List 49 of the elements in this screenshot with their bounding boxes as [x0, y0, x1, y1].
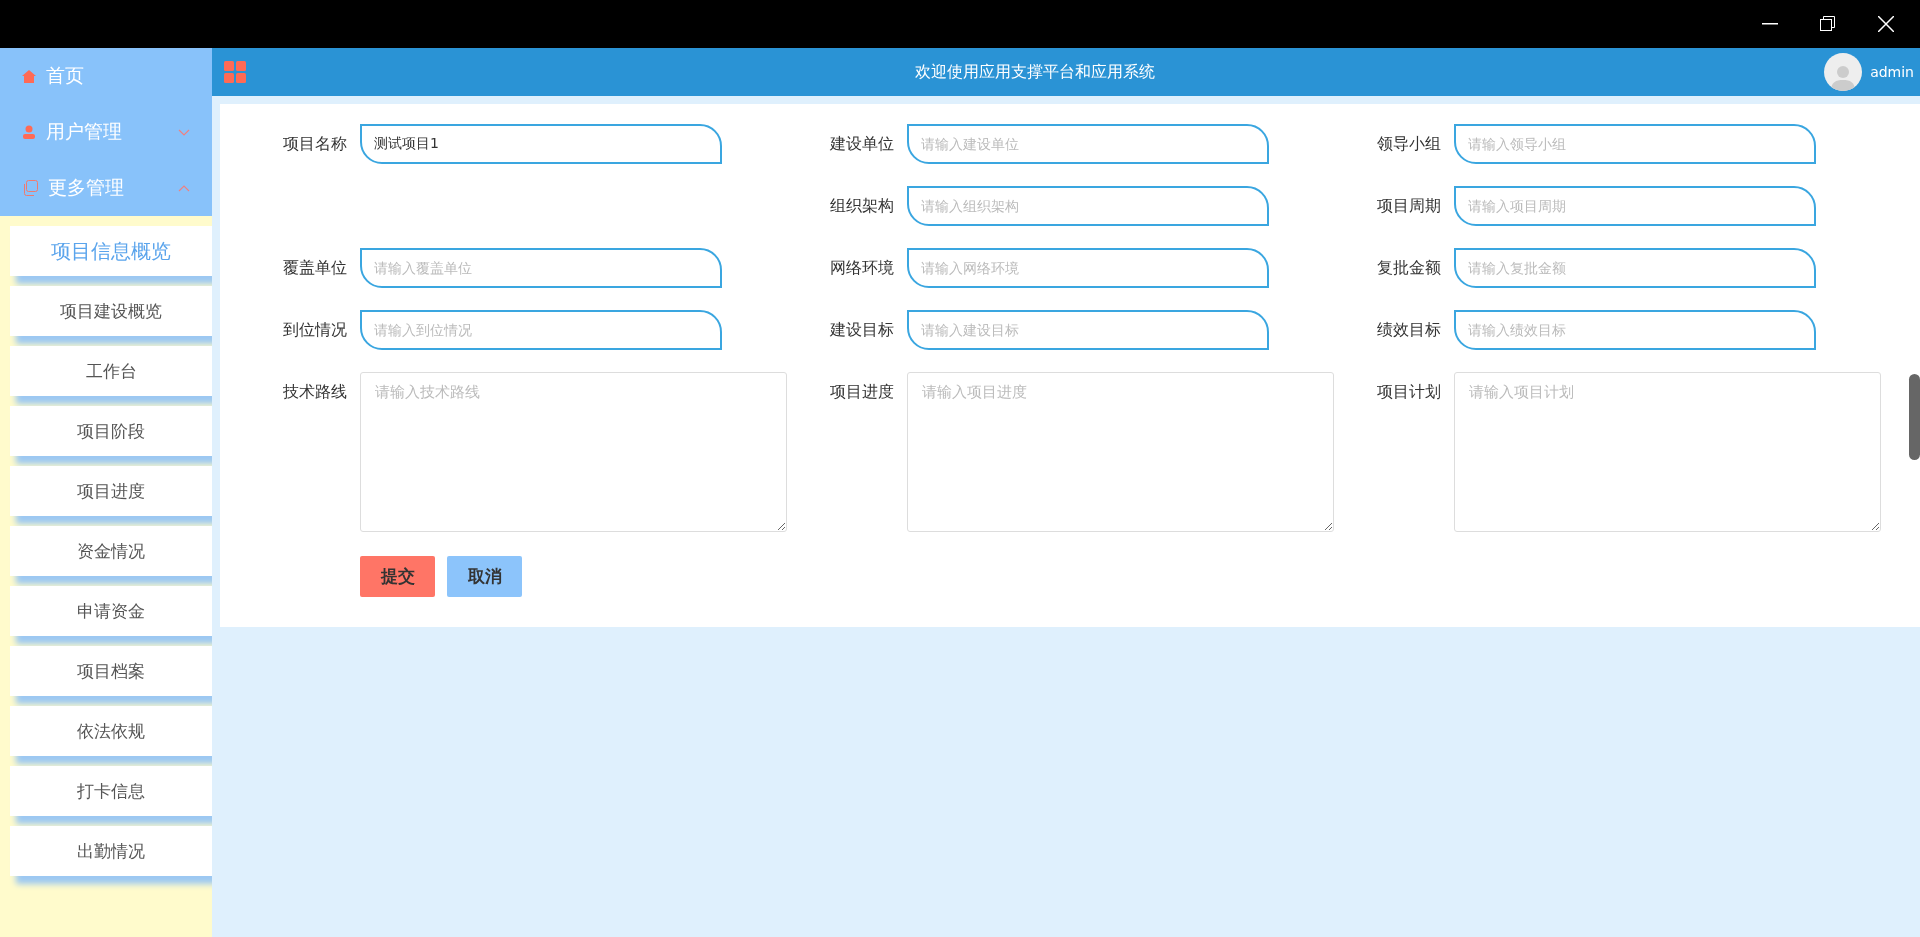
submenu-item[interactable]: 项目建设概览	[10, 286, 212, 336]
copy-icon	[22, 180, 38, 196]
field-label: 网络环境	[830, 257, 895, 279]
input-field[interactable]: 请输入组织架构	[907, 186, 1269, 226]
submit-button[interactable]: 提交	[360, 556, 435, 597]
scrollbar-thumb[interactable]	[1909, 374, 1920, 460]
input-field[interactable]: 请输入项目周期	[1454, 186, 1816, 226]
field-label: 项目进度	[830, 381, 895, 403]
field-label: 组织架构	[830, 195, 895, 217]
submenu-item[interactable]: 打卡信息	[10, 766, 212, 816]
submenu-item[interactable]: 出勤情况	[10, 826, 212, 876]
input-field[interactable]: 请输入绩效目标	[1454, 310, 1816, 350]
input-field[interactable]: 请输入网络环境	[907, 248, 1269, 288]
field-label: 技术路线	[283, 381, 348, 403]
submenu-item[interactable]: 项目进度	[10, 466, 212, 516]
field-label: 到位情况	[283, 319, 348, 341]
close-icon[interactable]	[1878, 16, 1894, 32]
user-icon	[22, 125, 36, 139]
input-field[interactable]: 测试项目1	[360, 124, 722, 164]
submenu-item[interactable]: 依法依规	[10, 706, 212, 756]
field-label: 项目计划	[1377, 381, 1442, 403]
input-field[interactable]: 请输入建设目标	[907, 310, 1269, 350]
cancel-button[interactable]: 取消	[447, 556, 522, 597]
submenu-item[interactable]: 资金情况	[10, 526, 212, 576]
submenu-item[interactable]: 申请资金	[10, 586, 212, 636]
submenu-item[interactable]: 项目档案	[10, 646, 212, 696]
input-field[interactable]: 请输入领导小组	[1454, 124, 1816, 164]
text-area[interactable]: 请输入项目进度	[907, 372, 1334, 532]
submenu-item[interactable]: 工作台	[10, 346, 212, 396]
field-label: 绩效目标	[1377, 319, 1442, 341]
submenu-item[interactable]: 项目阶段	[10, 406, 212, 456]
input-field[interactable]: 请输入到位情况	[360, 310, 722, 350]
field-label: 项目名称	[283, 133, 348, 155]
field-label: 覆盖单位	[283, 257, 348, 279]
field-label: 建设单位	[830, 133, 895, 155]
text-area[interactable]: 请输入技术路线	[360, 372, 787, 532]
field-label: 领导小组	[1377, 133, 1442, 155]
header-title: 欢迎使用应用支撑平台和应用系统	[914, 61, 1157, 83]
field-label: 项目周期	[1377, 195, 1442, 217]
field-label: 复批金额	[1377, 257, 1442, 279]
home-icon	[22, 69, 36, 83]
input-field[interactable]: 请输入覆盖单位	[360, 248, 722, 288]
field-label: 建设目标	[830, 319, 895, 341]
input-field[interactable]: 请输入复批金额	[1454, 248, 1816, 288]
avatar-icon[interactable]	[1824, 53, 1863, 91]
restore-icon[interactable]	[1820, 16, 1836, 32]
minimize-icon[interactable]	[1762, 23, 1778, 25]
input-field[interactable]: 请输入建设单位	[907, 124, 1269, 164]
text-area[interactable]: 请输入项目计划	[1454, 372, 1881, 532]
